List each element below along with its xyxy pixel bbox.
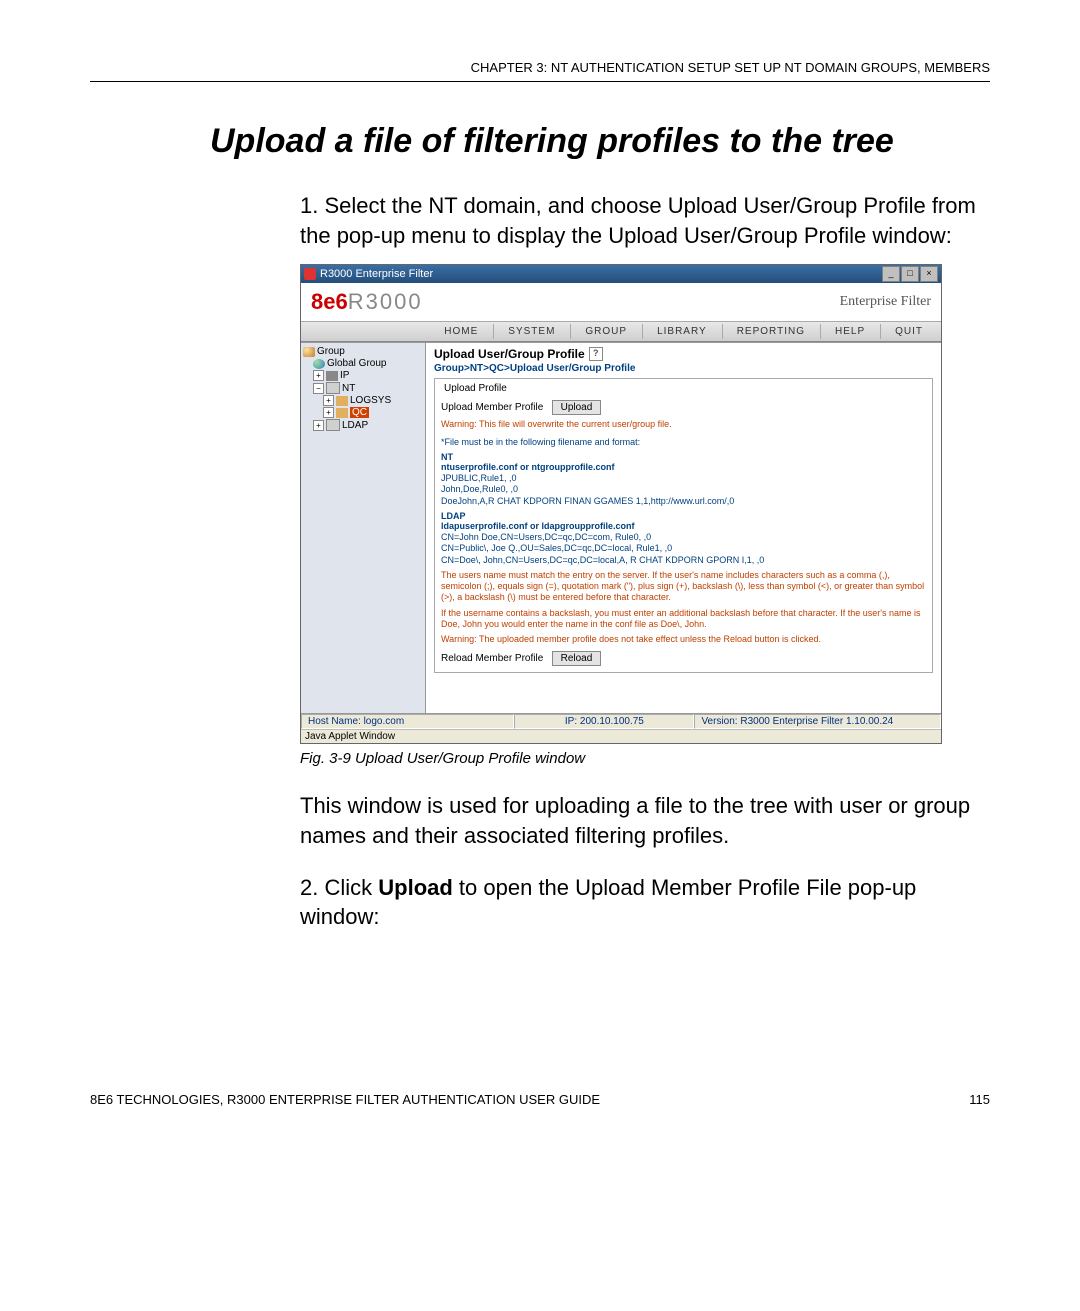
expander-icon[interactable]: + bbox=[313, 420, 324, 431]
nt-example-1: JPUBLIC,Rule1, ,0 bbox=[441, 473, 926, 484]
titlebar: R3000 Enterprise Filter _ □ × bbox=[301, 265, 941, 283]
minimize-button[interactable]: _ bbox=[882, 266, 900, 282]
fieldset-legend: Upload Profile bbox=[441, 383, 510, 394]
users-icon bbox=[336, 408, 348, 418]
globe-icon bbox=[313, 359, 325, 369]
brand-logo-bold: 8e6 bbox=[311, 289, 348, 314]
ldap-header: LDAP bbox=[441, 511, 926, 521]
page-number: 115 bbox=[969, 1092, 990, 1107]
tree-global[interactable]: Global Group bbox=[327, 358, 386, 369]
brand-logo-gray: R3000 bbox=[348, 289, 423, 314]
status-hostname: Host Name: logo.com bbox=[301, 714, 514, 729]
menu-help[interactable]: HELP bbox=[820, 324, 879, 339]
panel-title: Upload User/Group Profile bbox=[434, 347, 585, 361]
menu-reporting[interactable]: REPORTING bbox=[722, 324, 819, 339]
tree-root[interactable]: Group bbox=[317, 346, 345, 357]
status-version: Version: R3000 Enterprise Filter 1.10.00… bbox=[694, 714, 941, 729]
breadcrumb: Group>NT>QC>Upload User/Group Profile bbox=[434, 363, 933, 374]
step-2-prefix: 2. Click bbox=[300, 875, 378, 900]
menu-group[interactable]: GROUP bbox=[570, 324, 641, 339]
footer-left: 8E6 TECHNOLOGIES, R3000 ENTERPRISE FILTE… bbox=[90, 1092, 600, 1107]
window-title: R3000 Enterprise Filter bbox=[320, 268, 433, 280]
applet-status: Java Applet Window bbox=[301, 729, 941, 743]
app-window: R3000 Enterprise Filter _ □ × 8e6R3000 E… bbox=[300, 264, 942, 744]
ldap-icon bbox=[326, 419, 340, 431]
backslash-note: If the username contains a backslash, yo… bbox=[441, 608, 926, 631]
expander-icon[interactable]: + bbox=[323, 395, 334, 406]
reload-member-label: Reload Member Profile bbox=[441, 653, 543, 664]
upload-member-label: Upload Member Profile bbox=[441, 402, 543, 413]
warning-overwrite: Warning: This file will overwrite the cu… bbox=[441, 419, 926, 430]
upload-button[interactable]: Upload bbox=[552, 400, 602, 415]
nt-icon bbox=[326, 382, 340, 394]
warning-reload: Warning: The uploaded member profile doe… bbox=[441, 634, 926, 645]
brand-subtitle: Enterprise Filter bbox=[840, 294, 931, 310]
upload-profile-fieldset: Upload Profile Upload Member Profile Upl… bbox=[434, 378, 933, 673]
nt-example-2: John,Doe,Rule0, ,0 bbox=[441, 484, 926, 495]
status-ip: IP: 200.10.100.75 bbox=[514, 714, 694, 729]
file-format-note: *File must be in the following filename … bbox=[441, 437, 926, 448]
menu-home[interactable]: HOME bbox=[430, 324, 492, 339]
ldap-filename-line: ldapuserprofile.conf or ldapgroupprofile… bbox=[441, 521, 926, 532]
sidebar-tree[interactable]: Group Global Group + IP − NT + LOGSYS + QC +… bbox=[301, 343, 426, 713]
reload-button[interactable]: Reload bbox=[552, 651, 602, 666]
expander-icon[interactable]: − bbox=[313, 383, 324, 394]
statusbar: Host Name: logo.com IP: 200.10.100.75 Ve… bbox=[301, 713, 941, 729]
tree-ldap[interactable]: LDAP bbox=[342, 420, 368, 431]
brand-strip: 8e6R3000 Enterprise Filter bbox=[301, 283, 941, 321]
ip-icon bbox=[326, 371, 338, 381]
ldap-example-2: CN=Public\, Joe Q.,OU=Sales,DC=qc,DC=loc… bbox=[441, 543, 926, 554]
tree-logsys[interactable]: LOGSYS bbox=[350, 395, 391, 406]
name-match-rules: The users name must match the entry on t… bbox=[441, 570, 926, 604]
nt-header: NT bbox=[441, 452, 926, 462]
group-icon bbox=[303, 347, 315, 357]
help-icon[interactable]: ? bbox=[589, 347, 603, 361]
menu-library[interactable]: LIBRARY bbox=[642, 324, 721, 339]
brand-logo: 8e6R3000 bbox=[311, 289, 423, 315]
step-1-text: 1. Select the NT domain, and choose Uplo… bbox=[300, 191, 980, 250]
nt-example-3: DoeJohn,A,R CHAT KDPORN FINAN GGAMES 1,1… bbox=[441, 496, 926, 507]
running-head: CHAPTER 3: NT AUTHENTICATION SETUP SET U… bbox=[90, 60, 990, 82]
tree-nt[interactable]: NT bbox=[342, 383, 355, 394]
figure-caption: Fig. 3-9 Upload User/Group Profile windo… bbox=[300, 750, 990, 767]
nt-filename-line: ntuserprofile.conf or ntgroupprofile.con… bbox=[441, 462, 926, 473]
step-2-upload-bold: Upload bbox=[378, 875, 453, 900]
menu-quit[interactable]: QUIT bbox=[880, 324, 937, 339]
ldap-example-1: CN=John Doe,CN=Users,DC=qc,DC=com, Rule0… bbox=[441, 532, 926, 543]
tree-ip[interactable]: IP bbox=[340, 370, 349, 381]
step-2-text: 2. Click Upload to open the Upload Membe… bbox=[300, 873, 980, 932]
expander-icon[interactable]: + bbox=[323, 407, 334, 418]
expander-icon[interactable]: + bbox=[313, 370, 324, 381]
menubar: HOME SYSTEM GROUP LIBRARY REPORTING HELP… bbox=[301, 321, 941, 342]
post-figure-paragraph: This window is used for uploading a file… bbox=[300, 791, 980, 850]
ldap-example-3: CN=Doe\, John,CN=Users,DC=qc,DC=local,A,… bbox=[441, 555, 926, 566]
close-button[interactable]: × bbox=[920, 266, 938, 282]
menu-system[interactable]: SYSTEM bbox=[493, 324, 569, 339]
section-title: Upload a file of filtering profiles to t… bbox=[210, 122, 990, 161]
users-icon bbox=[336, 396, 348, 406]
content-panel: Upload User/Group Profile ? Group>NT>QC>… bbox=[426, 343, 941, 713]
app-icon bbox=[304, 268, 316, 280]
maximize-button[interactable]: □ bbox=[901, 266, 919, 282]
tree-qc-selected[interactable]: QC bbox=[350, 407, 369, 418]
